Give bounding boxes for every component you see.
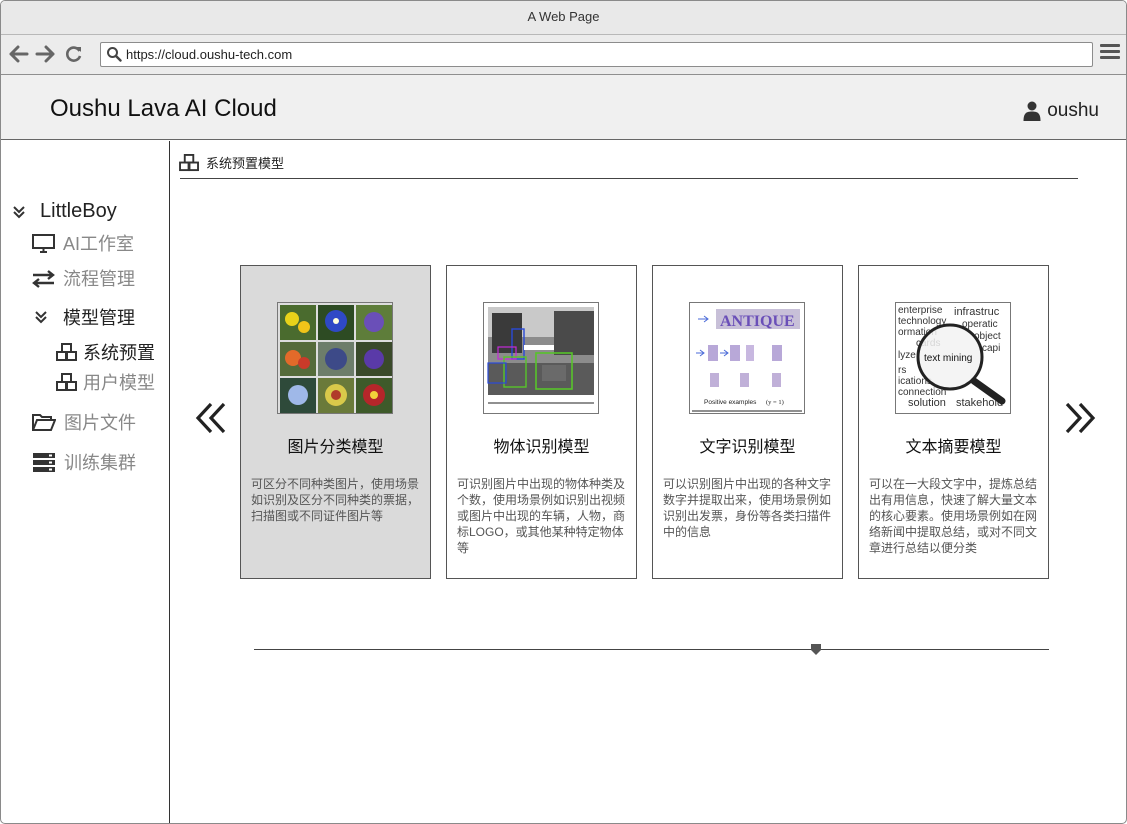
card-description: 可识别图片中出现的物体种类及个数，使用场景例如识别出视频或图片中出现的车辆，人物… (457, 477, 626, 555)
cubes-icon (56, 342, 77, 361)
sidebar-root-littleboy[interactable]: LittleBoy (12, 200, 117, 223)
double-chevron-left-icon (195, 402, 226, 434)
word-cloud-thumbnail: enterprise infrastruc technology operati… (895, 302, 1011, 414)
sidebar-root-label: LittleBoy (40, 200, 117, 222)
back-button[interactable] (7, 41, 31, 67)
sidebar-item-label: 流程管理 (63, 269, 135, 289)
breadcrumb-label: 系统预置模型 (206, 156, 285, 171)
sidebar-item-label: 图片文件 (64, 413, 136, 433)
forward-button[interactable] (33, 41, 57, 67)
username: oushu (1047, 100, 1099, 121)
sidebar-item-training-cluster[interactable]: 训练集群 (32, 449, 136, 475)
flower-grid-thumbnail (277, 302, 393, 414)
sidebar-item-label: 系统预置 (83, 343, 155, 363)
carousel-next-button[interactable] (1064, 401, 1096, 441)
card-description: 可以识别图片中出现的各种文字数字并提取出来，使用场景例如识别出发票，身份等各类扫… (663, 477, 832, 539)
ocr-thumbnail: ANTIQUE Positive examples (y = 1) (689, 302, 805, 414)
server-icon (33, 453, 55, 472)
cubes-icon (179, 153, 199, 171)
monitor-icon (32, 233, 55, 253)
carousel-prev-button[interactable] (195, 401, 227, 441)
browser-window: A Web Page Oushu Lava AI Cloud oushu (0, 0, 1127, 824)
brand-title: Oushu Lava AI Cloud (50, 95, 277, 122)
word-cloud-word: infrastruc (954, 306, 1000, 318)
street-detection-thumbnail (483, 302, 599, 414)
model-card-text-summary[interactable]: enterprise infrastruc technology operati… (858, 265, 1049, 579)
url-input[interactable] (126, 45, 1076, 64)
ocr-thumb-word: ANTIQUE (720, 313, 795, 330)
chevron-double-down-icon (35, 311, 47, 324)
breadcrumb-divider (180, 178, 1078, 179)
transfer-arrows-icon (32, 269, 55, 288)
word-cloud-word: solution (908, 397, 946, 409)
browser-menu-button[interactable] (1100, 44, 1120, 66)
reload-button[interactable] (62, 41, 86, 67)
model-card-object-detection[interactable]: 物体识别模型 可识别图片中出现的物体种类及个数，使用场景例如识别出视频或图片中出… (446, 265, 637, 579)
word-cloud-word: capi (982, 343, 1000, 354)
model-card-text-recognition[interactable]: ANTIQUE Positive examples (y = 1) 文字识别模型… (652, 265, 843, 579)
ocr-thumb-label: (y = 1) (766, 399, 784, 406)
address-bar[interactable] (100, 42, 1093, 67)
carousel-scroll-track[interactable] (254, 649, 1049, 650)
app-header: Oushu Lava AI Cloud oushu (1, 75, 1126, 140)
model-card-image-classification[interactable]: 图片分类模型 可区分不同种类图片，使用场景如识别及区分不同种类的票据，扫描图或不… (240, 265, 431, 579)
arrow-right-icon (35, 45, 55, 63)
hamburger-icon (1100, 44, 1120, 47)
search-icon (107, 47, 122, 62)
chevron-double-down-icon (13, 205, 25, 218)
sidebar-item-label: 用户模型 (83, 373, 155, 393)
user-icon (1023, 101, 1041, 121)
reload-icon (66, 46, 82, 62)
user-menu[interactable]: oushu (1023, 100, 1099, 122)
card-title: 物体识别模型 (493, 439, 590, 456)
sidebar-item-image-files[interactable]: 图片文件 (32, 409, 136, 435)
arrow-left-icon (9, 45, 29, 63)
word-cloud-highlight: text mining (924, 353, 972, 364)
word-cloud-word: rs (898, 365, 906, 376)
breadcrumb: 系统预置模型 (179, 153, 284, 172)
sidebar-item-process[interactable]: 流程管理 (32, 265, 135, 291)
card-description: 可区分不同种类图片，使用场景如识别及区分不同种类的票据，扫描图或不同证件图片等 (251, 477, 420, 523)
sidebar-item-label: AI工作室 (63, 234, 135, 254)
sidebar-item-user-model[interactable]: 用户模型 (56, 369, 155, 395)
word-cloud-word: enterprise (898, 305, 943, 316)
carousel-scroll-handle[interactable] (811, 644, 821, 655)
cubes-icon (56, 372, 77, 391)
sidebar-item-label: 模型管理 (63, 308, 135, 328)
card-title: 图片分类模型 (287, 439, 384, 456)
sidebar-item-model-management[interactable]: 模型管理 (34, 304, 135, 330)
window-title: A Web Page (1, 1, 1126, 35)
sidebar-item-label: 训练集群 (64, 453, 136, 473)
double-chevron-right-icon (1065, 402, 1096, 434)
word-cloud-word: lyze (898, 350, 916, 361)
ocr-thumb-caption: Positive examples (704, 399, 757, 406)
sidebar-item-system-preset[interactable]: 系统预置 (56, 339, 155, 365)
folder-open-icon (32, 413, 56, 431)
browser-toolbar (1, 35, 1126, 75)
sidebar: LittleBoy AI工作室 流程管理 模型管理 系统预置 用户模型 图片文件 (1, 141, 170, 823)
card-title: 文本摘要模型 (905, 439, 1002, 456)
card-description: 可以在一大段文字中，提炼总结出有用信息，快速了解大量文本的核心要素。使用场景例如… (869, 477, 1038, 555)
sidebar-item-ai-studio[interactable]: AI工作室 (32, 230, 134, 256)
card-title: 文字识别模型 (699, 439, 796, 456)
